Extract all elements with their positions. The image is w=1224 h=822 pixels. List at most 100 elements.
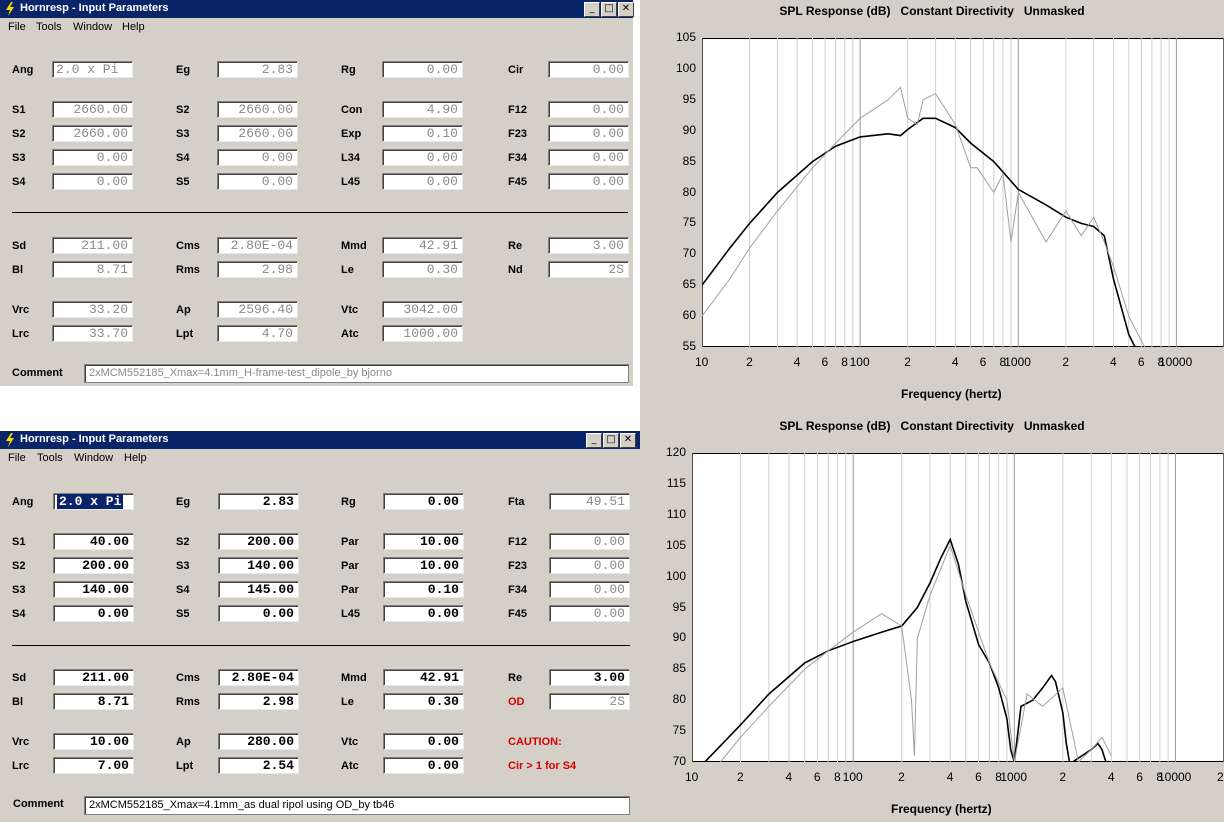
param-field-vtc[interactable]: 3042.00 — [382, 301, 463, 318]
param-label-par: Par — [341, 584, 359, 596]
param-field-lrc[interactable]: 33.70 — [52, 325, 133, 342]
param-field-l45[interactable]: 0.00 — [383, 605, 464, 622]
param-field-lpt[interactable]: 2.54 — [218, 757, 299, 774]
angle-value: 2.0 x Pi — [57, 494, 124, 509]
param-field-rms[interactable]: 2.98 — [218, 693, 299, 710]
param-field-re[interactable]: 3.00 — [549, 669, 630, 686]
title-bar[interactable]: Hornresp - Input Parameters _ □ ✕ — [0, 431, 640, 449]
param-field-lpt[interactable]: 4.70 — [217, 325, 298, 342]
param-field-ang[interactable]: 2.0 x Pi — [52, 61, 133, 78]
param-field-s2[interactable]: 2660.00 — [217, 101, 298, 118]
param-field-s4[interactable]: 0.00 — [217, 149, 298, 166]
param-field-par[interactable]: 10.00 — [383, 557, 464, 574]
y-tick-label: 85 — [672, 661, 686, 676]
menu-file[interactable]: File — [8, 452, 26, 464]
param-field-od[interactable]: 2S — [549, 693, 630, 710]
param-field-mmd[interactable]: 42.91 — [383, 669, 464, 686]
param-field-s4[interactable]: 145.00 — [218, 581, 299, 598]
minimize-button[interactable]: _ — [584, 2, 600, 17]
param-field-nd[interactable]: 2S — [548, 261, 629, 278]
param-field-eg[interactable]: 2.83 — [218, 493, 299, 510]
param-field-s3[interactable]: 140.00 — [218, 557, 299, 574]
param-label-le: Le — [341, 264, 354, 276]
param-field-f45[interactable]: 0.00 — [549, 605, 630, 622]
param-label-cms: Cms — [176, 240, 200, 252]
param-field-bl[interactable]: 8.71 — [53, 693, 134, 710]
param-field-atc[interactable]: 0.00 — [383, 757, 464, 774]
menu-window[interactable]: Window — [73, 21, 112, 33]
x-tick-label: 2 — [737, 770, 744, 784]
param-field-lrc[interactable]: 7.00 — [53, 757, 134, 774]
maximize-button[interactable]: □ — [603, 433, 619, 448]
param-label-vrc: Vrc — [12, 304, 30, 316]
param-field-ap[interactable]: 2596.40 — [217, 301, 298, 318]
param-field-f23[interactable]: 0.00 — [549, 557, 630, 574]
param-field-par[interactable]: 0.10 — [383, 581, 464, 598]
param-field-cms[interactable]: 2.80E-04 — [218, 669, 299, 686]
menu-help[interactable]: Help — [124, 452, 147, 464]
param-label-vrc: Vrc — [12, 736, 30, 748]
y-tick-label: 95 — [682, 91, 696, 106]
param-field-vrc[interactable]: 33.20 — [52, 301, 133, 318]
param-field-f12[interactable]: 0.00 — [548, 101, 629, 118]
param-field-f12[interactable]: 0.00 — [549, 533, 630, 550]
param-field-f45[interactable]: 0.00 — [548, 173, 629, 190]
param-field-cir[interactable]: 0.00 — [548, 61, 629, 78]
param-field-s4[interactable]: 0.00 — [52, 173, 133, 190]
menu-tools[interactable]: Tools — [37, 452, 63, 464]
minimize-button[interactable]: _ — [586, 433, 602, 448]
param-field-sd[interactable]: 211.00 — [53, 669, 134, 686]
menu-file[interactable]: File — [8, 21, 26, 33]
param-field-l34[interactable]: 0.00 — [382, 149, 463, 166]
close-button[interactable]: ✕ — [620, 433, 636, 448]
param-field-vtc[interactable]: 0.00 — [383, 733, 464, 750]
param-field-ap[interactable]: 280.00 — [218, 733, 299, 750]
param-field-fta[interactable]: 49.51 — [549, 493, 630, 510]
param-field-s3[interactable]: 2660.00 — [217, 125, 298, 142]
param-field-atc[interactable]: 1000.00 — [382, 325, 463, 342]
param-field-cms[interactable]: 2.80E-04 — [217, 237, 298, 254]
param-field-le[interactable]: 0.30 — [382, 261, 463, 278]
param-label-ap: Ap — [176, 304, 191, 316]
param-field-vrc[interactable]: 10.00 — [53, 733, 134, 750]
param-field-rms[interactable]: 2.98 — [217, 261, 298, 278]
param-field-f23[interactable]: 0.00 — [548, 125, 629, 142]
comment-field[interactable]: 2xMCM552185_Xmax=4.1mm_as dual ripol usi… — [84, 796, 630, 815]
param-field-con[interactable]: 4.90 — [382, 101, 463, 118]
param-field-rg[interactable]: 0.00 — [383, 493, 464, 510]
param-field-s1[interactable]: 40.00 — [53, 533, 134, 550]
menu-help[interactable]: Help — [122, 21, 145, 33]
param-field-exp[interactable]: 0.10 — [382, 125, 463, 142]
x-tick-label: 2 — [1059, 770, 1067, 784]
param-field-par[interactable]: 10.00 — [383, 533, 464, 550]
param-field-le[interactable]: 0.30 — [383, 693, 464, 710]
menu-window[interactable]: Window — [74, 452, 113, 464]
param-field-re[interactable]: 3.00 — [548, 237, 629, 254]
menu-tools[interactable]: Tools — [36, 21, 62, 33]
param-field-s3[interactable]: 0.00 — [52, 149, 133, 166]
close-button[interactable]: ✕ — [618, 2, 634, 17]
title-bar[interactable]: Hornresp - Input Parameters _ □ ✕ — [0, 0, 634, 18]
param-label-rms: Rms — [176, 264, 200, 276]
param-field-l45[interactable]: 0.00 — [382, 173, 463, 190]
menu-bar: File Tools Window Help — [0, 449, 640, 467]
param-field-sd[interactable]: 211.00 — [52, 237, 133, 254]
param-field-s1[interactable]: 2660.00 — [52, 101, 133, 118]
param-field-s3[interactable]: 140.00 — [53, 581, 134, 598]
maximize-button[interactable]: □ — [601, 2, 617, 17]
param-field-mmd[interactable]: 42.91 — [382, 237, 463, 254]
param-label-nd: Nd — [508, 264, 523, 276]
param-field-s2[interactable]: 2660.00 — [52, 125, 133, 142]
param-field-s5[interactable]: 0.00 — [218, 605, 299, 622]
param-field-f34[interactable]: 0.00 — [549, 581, 630, 598]
param-field-f34[interactable]: 0.00 — [548, 149, 629, 166]
param-field-s2[interactable]: 200.00 — [218, 533, 299, 550]
param-field-s2[interactable]: 200.00 — [53, 557, 134, 574]
param-field-s4[interactable]: 0.00 — [53, 605, 134, 622]
comment-field[interactable]: 2xMCM552185_Xmax=4.1mm_H-frame-test_dipo… — [84, 364, 629, 383]
param-field-rg[interactable]: 0.00 — [382, 61, 463, 78]
param-field-s5[interactable]: 0.00 — [217, 173, 298, 190]
param-field-eg[interactable]: 2.83 — [217, 61, 298, 78]
param-field-ang[interactable]: 2.0 x Pi — [53, 493, 134, 510]
param-field-bl[interactable]: 8.71 — [52, 261, 133, 278]
